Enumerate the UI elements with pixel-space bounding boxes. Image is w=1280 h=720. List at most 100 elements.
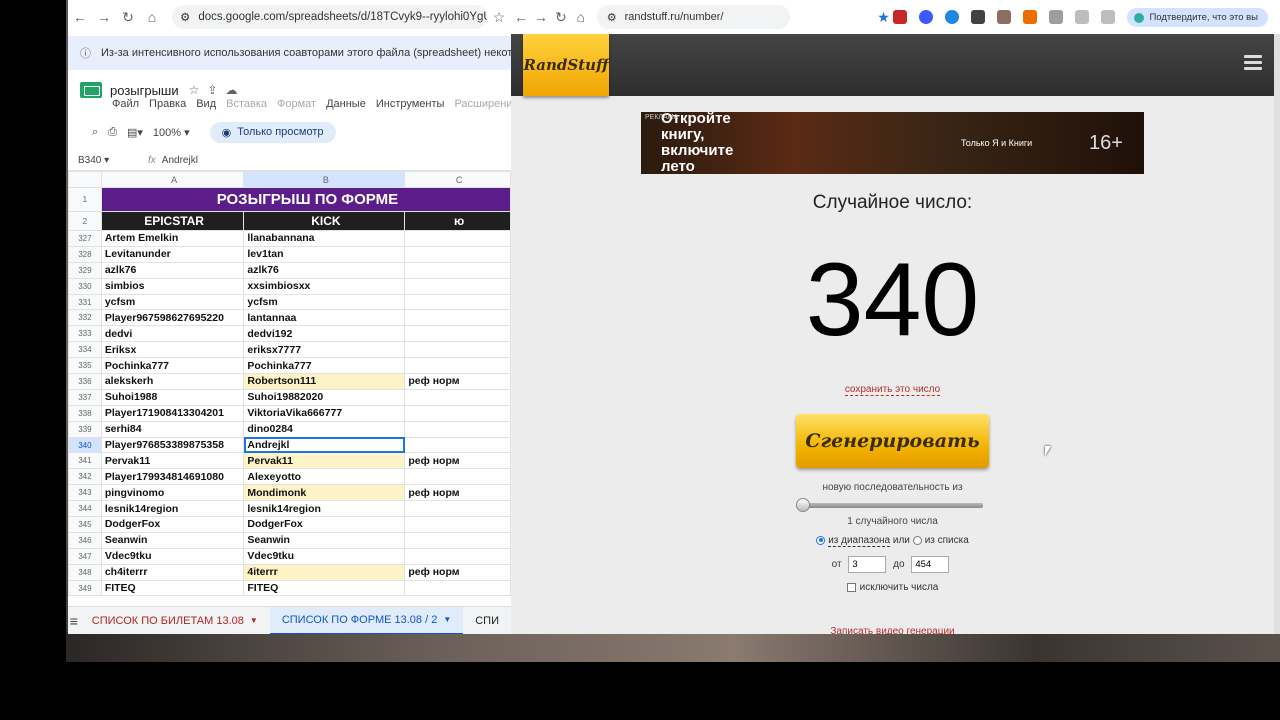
profile-confirm-button[interactable]: Подтвердите, что это вы — [1127, 7, 1268, 27]
cell-epicstar[interactable]: FITEQ — [100, 579, 245, 597]
row-number[interactable]: 332 — [68, 309, 102, 327]
menu-format[interactable]: Формат — [277, 98, 316, 110]
scrollbar[interactable] — [1274, 34, 1280, 634]
row-number[interactable]: 343 — [68, 484, 102, 502]
row-number[interactable]: 330 — [68, 277, 102, 295]
cell-kick[interactable]: lev1tan — [243, 245, 406, 263]
cell-note[interactable] — [404, 230, 511, 247]
from-input[interactable] — [848, 556, 887, 573]
cell-note[interactable]: реф норм — [404, 484, 511, 502]
row-number[interactable]: 2 — [68, 211, 102, 231]
reading-list-icon[interactable] — [1101, 10, 1116, 24]
cell-note[interactable] — [404, 357, 511, 375]
cell-note[interactable] — [404, 547, 511, 565]
star-icon[interactable]: ☆ — [189, 83, 208, 97]
radio-list[interactable] — [912, 535, 922, 545]
row-number[interactable]: 333 — [68, 325, 102, 343]
cell-epicstar[interactable]: Levitanunder — [100, 245, 245, 263]
cell-note[interactable]: реф норм — [404, 452, 511, 470]
cell-note[interactable] — [404, 388, 511, 406]
cell-kick[interactable]: Andrejkl — [243, 436, 406, 454]
cell-kick[interactable]: lesnik14region — [243, 500, 406, 518]
tab-more[interactable]: СПИ — [463, 607, 511, 635]
cell-note[interactable] — [404, 325, 511, 343]
row-number[interactable]: 340 — [68, 436, 102, 454]
row-number[interactable]: 346 — [68, 531, 102, 549]
cell-epicstar[interactable]: ycfsm — [100, 293, 245, 311]
extension-icon[interactable] — [997, 10, 1012, 24]
forward-icon[interactable]: → — [92, 9, 116, 25]
row-number[interactable]: 345 — [68, 516, 102, 533]
home-icon[interactable]: ⌂ — [140, 9, 164, 25]
forward-icon[interactable]: → — [531, 9, 551, 25]
hamburger-menu-icon[interactable] — [1244, 55, 1262, 73]
cell-kick[interactable]: eriksx7777 — [243, 341, 406, 359]
cell-note[interactable] — [404, 245, 511, 263]
randstuff-logo[interactable]: RandStuff — [523, 34, 609, 96]
cell-kick[interactable]: ViktoriaVika666777 — [243, 404, 406, 422]
cell-epicstar[interactable]: Pervak11 — [100, 452, 245, 470]
menu-edit[interactable]: Правка — [149, 98, 186, 110]
cell-kick[interactable]: ycfsm — [243, 293, 406, 311]
name-box[interactable]: B340 ▾ — [68, 155, 134, 166]
cell-note[interactable] — [404, 341, 511, 359]
row-number[interactable]: 335 — [68, 357, 102, 375]
cell-epicstar[interactable]: Player967598627695220 — [100, 309, 245, 327]
cell-note[interactable]: реф норм — [404, 563, 511, 581]
exclude-label[interactable]: исключить числа — [860, 582, 939, 593]
row-number[interactable]: 339 — [68, 420, 102, 438]
count-slider-track[interactable] — [796, 503, 983, 508]
cell-kick[interactable]: Alexeyotto — [243, 468, 406, 486]
title-cell[interactable]: РОЗЫГРЫШ ПО ФОРМЕ — [100, 187, 511, 212]
cell-kick[interactable]: dino0284 — [243, 420, 406, 438]
cell-note[interactable] — [404, 309, 511, 327]
reload-icon[interactable]: ↻ — [551, 9, 571, 26]
cell-note[interactable] — [404, 404, 511, 422]
row-number[interactable]: 327 — [68, 230, 102, 247]
cell-kick[interactable]: Seanwin — [243, 531, 406, 549]
ad-banner[interactable]: РЕКЛАМА Откройте книгу, включите лето То… — [641, 112, 1144, 174]
row-number[interactable]: 348 — [68, 563, 102, 581]
cell-epicstar[interactable]: ch4iterrr — [100, 563, 245, 581]
cell-kick[interactable]: azlk76 — [243, 261, 406, 279]
header-c[interactable]: ю — [404, 211, 511, 231]
cell-epicstar[interactable]: simbios — [100, 277, 245, 295]
row-number[interactable]: 329 — [68, 261, 102, 279]
cell-note[interactable] — [404, 277, 511, 295]
cell-kick[interactable]: Suhoi19882020 — [243, 388, 406, 406]
view-only-badge[interactable]: ◉ Только просмотр — [209, 121, 336, 143]
back-icon[interactable]: ← — [511, 9, 531, 25]
cell-kick[interactable]: 4iterrr — [243, 563, 406, 581]
cell-epicstar[interactable]: azlk76 — [100, 261, 245, 279]
exclude-checkbox[interactable] — [846, 582, 856, 592]
cell-note[interactable] — [404, 500, 511, 518]
cell-note[interactable] — [404, 579, 511, 597]
cell-note[interactable] — [404, 468, 511, 486]
row-number[interactable]: 334 — [68, 341, 102, 359]
row-number[interactable]: 341 — [68, 452, 102, 470]
row-number[interactable]: 331 — [68, 293, 102, 311]
tab-tickets[interactable]: СПИСОК ПО БИЛЕТАМ 13.08 ▼ — [80, 607, 270, 635]
all-sheets-icon[interactable]: ≡ — [68, 613, 80, 629]
cell-epicstar[interactable]: serhi84 — [100, 420, 245, 438]
cell-kick[interactable]: dedvi192 — [243, 325, 406, 343]
cell-note[interactable] — [404, 293, 511, 311]
cell-kick[interactable]: DodgerFox — [243, 516, 406, 533]
col-header-b[interactable]: B — [243, 171, 406, 188]
cell-note[interactable] — [404, 531, 511, 549]
site-info-icon[interactable]: ⚙ — [607, 11, 617, 24]
sheets-address-bar[interactable]: ⚙ docs.google.com/spreadsheets/d/18TCvyk… — [172, 5, 487, 29]
record-video-link[interactable]: Записать видео генерации — [511, 626, 1274, 634]
row-number[interactable]: 344 — [68, 500, 102, 518]
row-number[interactable]: 336 — [68, 373, 102, 390]
cloud-icon[interactable]: ☁ — [225, 83, 245, 97]
cell-epicstar[interactable]: Suhoi1988 — [100, 388, 245, 406]
cell-epicstar[interactable]: Player976853389875358 — [100, 436, 245, 454]
home-icon[interactable]: ⌂ — [571, 9, 591, 25]
menu-file[interactable]: Файл — [112, 98, 139, 110]
cell-kick[interactable]: Pochinka777 — [243, 357, 406, 375]
cell-epicstar[interactable]: Player179934814691080 — [100, 468, 245, 486]
cell-epicstar[interactable]: Player171908413304201 — [100, 404, 245, 422]
site-info-icon[interactable]: ⚙ — [180, 10, 190, 24]
extension-icon[interactable] — [919, 10, 934, 24]
